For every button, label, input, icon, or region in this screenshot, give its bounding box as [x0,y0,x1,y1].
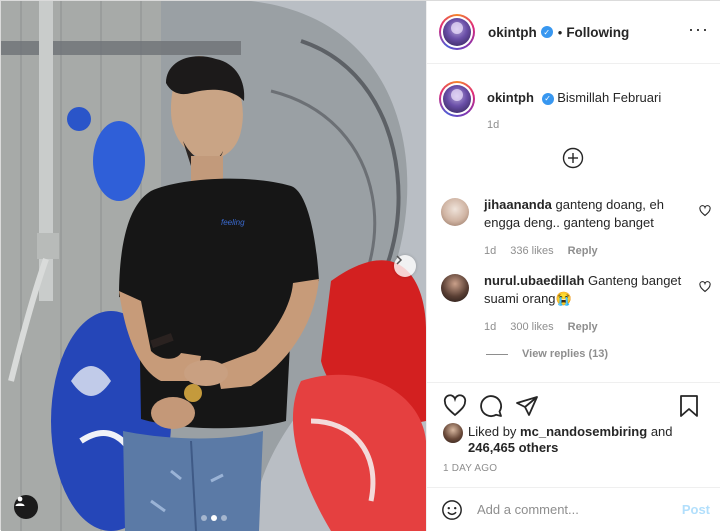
comments-section: okintph ✓ Bismillah Februari 1d jihaanan… [427,65,720,382]
smiley-icon[interactable] [441,499,463,521]
heart-icon[interactable] [443,394,467,418]
carousel-dot [220,515,227,521]
carousel-indicator [1,515,426,521]
comment-composer: Post [427,487,720,531]
liked-by-text: Liked by mc_nandosembiring and 246,465 o… [468,424,673,456]
post-actions: Liked by mc_nandosembiring and 246,465 o… [427,382,720,487]
comment-meta: 1d 336 likes Reply [484,242,689,260]
plus-circle-icon[interactable] [562,147,584,169]
caption-username[interactable]: okintph [487,90,534,105]
commenter-avatar[interactable] [441,274,469,302]
comment-meta: 1d 300 likes Reply [484,318,689,336]
add-comment-input[interactable] [477,502,682,517]
comment-item: jihaananda ganteng doang, eh engga deng.… [441,196,711,260]
action-bar [443,384,706,428]
reply-button[interactable]: Reply [568,242,598,260]
comment-likes[interactable]: 336 likes [510,242,553,260]
reply-button[interactable]: Reply [568,318,598,336]
view-replies-label: View replies (13) [522,348,609,360]
liked-others[interactable]: 246,465 others [468,440,558,455]
post-comment-button[interactable]: Post [682,502,710,517]
replies-divider [486,353,508,355]
carousel-next-button[interactable] [394,255,416,277]
bookmark-icon[interactable] [677,394,701,418]
comment-username[interactable]: nurul.ubaedillah [484,273,584,288]
comment-username[interactable]: jihaananda [484,197,552,212]
caption-avatar[interactable] [439,81,475,117]
author-username[interactable]: okintph [488,25,537,40]
liked-prefix: Liked by [468,424,517,439]
svg-text:feeling: feeling [221,218,245,227]
view-replies-button[interactable]: View replies (13) [486,348,608,360]
comment-body: jihaananda ganteng doang, eh engga deng.… [484,196,689,260]
heart-icon[interactable] [699,281,711,293]
liker-avatar[interactable] [443,423,463,443]
post-date[interactable]: 1 DAY AGO [443,463,706,474]
verified-badge-icon: ✓ [541,93,554,105]
post-caption: okintph ✓ Bismillah Februari 1d [439,81,706,134]
caption-age: 1d [487,119,500,131]
post-photo[interactable]: feeling [1,1,426,531]
avatar-image [443,18,471,46]
comment-icon[interactable] [479,394,503,418]
author-avatar[interactable] [439,14,475,50]
paper-plane-icon[interactable] [515,394,539,418]
commenter-avatar[interactable] [441,198,469,226]
more-options-icon[interactable]: ··· [688,20,709,44]
caption-text: Bismillah Februari [557,90,662,105]
comment-body: nurul.ubaedillah Ganteng banget suami or… [484,272,689,336]
following-button[interactable]: Following [566,25,629,40]
liked-and: and [650,424,673,439]
comment-likes[interactable]: 300 likes [510,318,553,336]
comment-age: 1d [484,245,497,257]
carousel-dot-active [210,515,217,521]
liked-by: Liked by mc_nandosembiring and 246,465 o… [443,423,706,456]
post-header: okintph ✓ • Following ··· [427,1,720,64]
comment-age: 1d [484,321,497,333]
verified-badge-icon: ✓ [540,26,553,38]
avatar-image [443,85,471,113]
carousel-dot [200,515,207,521]
header-separator: • [557,24,563,40]
comment-item: nurul.ubaedillah Ganteng banget suami or… [441,272,711,336]
liked-user[interactable]: mc_nandosembiring [520,424,647,439]
post-modal: feeling okintph ✓ • Following ··· okintp… [0,0,720,531]
chevron-right-icon [396,255,403,265]
caption-body: okintph ✓ Bismillah Februari 1d [487,89,661,134]
user-tag-icon [15,496,25,506]
post-side-panel: okintph ✓ • Following ··· okintph ✓ Bism… [426,1,720,531]
photo-illustration: feeling [1,1,426,531]
heart-icon[interactable] [699,205,711,217]
